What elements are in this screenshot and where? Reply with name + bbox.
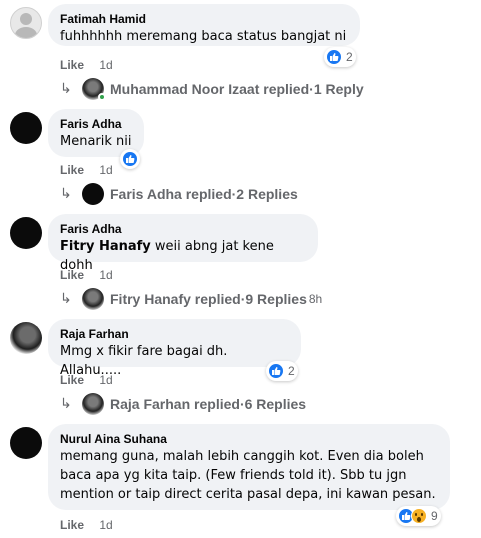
- comment-time[interactable]: 1d: [99, 518, 112, 532]
- comment-bubble: Faris Adha Fitry Hanafy weii abng jat ke…: [48, 214, 318, 273]
- avatar: [82, 393, 104, 415]
- replies-time: 8h: [308, 292, 323, 306]
- reply-arrow-icon: ↳: [60, 81, 72, 97]
- comment-author[interactable]: Fatimah Hamid: [60, 11, 348, 27]
- view-replies-link[interactable]: ↳ Raja Farhan replied · 6 Replies: [60, 392, 306, 416]
- like-reaction-icon: [122, 151, 138, 167]
- comment-text-line: memang guna, malah lebih canggih kot. Ev…: [60, 449, 424, 464]
- like-button[interactable]: Like: [60, 518, 84, 532]
- comment-author[interactable]: Nurul Aina Suhana: [60, 431, 438, 447]
- comment-author[interactable]: Raja Farhan: [60, 326, 289, 342]
- comment-time[interactable]: 1d: [99, 373, 112, 387]
- replies-label: Raja Farhan replied: [110, 396, 240, 412]
- avatar[interactable]: [10, 217, 42, 249]
- reaction-count: 9: [431, 509, 438, 523]
- comment-bubble: Nurul Aina Suhana memang guna, malah leb…: [48, 424, 450, 510]
- like-button[interactable]: Like: [60, 373, 84, 387]
- reaction-summary[interactable]: 2: [266, 361, 298, 381]
- comment-bubble: Raja Farhan Mmg x fikir fare bagai dh. A…: [48, 319, 301, 378]
- avatar: [82, 78, 106, 101]
- like-reaction-icon: [268, 363, 284, 379]
- comment-actions: Like 1d: [60, 58, 113, 72]
- avatar[interactable]: [10, 7, 42, 39]
- replies-count: 1 Reply: [313, 81, 364, 97]
- reaction-summary[interactable]: 9: [396, 506, 441, 526]
- comment-bubble: Fatimah Hamid fuhhhhhh meremang baca sta…: [48, 4, 360, 46]
- replies-label: Fitry Hanafy replied: [110, 291, 241, 307]
- mention-link[interactable]: Fitry Hanafy: [60, 239, 151, 254]
- comment-time[interactable]: 1d: [99, 58, 112, 72]
- replies-count: 2 Replies: [236, 186, 298, 202]
- replies-label: Faris Adha replied: [110, 186, 232, 202]
- comment-text-line: mention or taip direct cerita pasal depa…: [60, 487, 436, 502]
- like-reaction-icon: [326, 49, 342, 65]
- comment-time[interactable]: 1d: [99, 268, 112, 282]
- reaction-count: 2: [288, 364, 295, 378]
- comment-actions: Like 1d: [60, 268, 113, 282]
- like-button[interactable]: Like: [60, 268, 84, 282]
- avatar[interactable]: [10, 427, 42, 459]
- reaction-summary[interactable]: [120, 149, 140, 169]
- replies-count: 9 Replies: [245, 291, 307, 307]
- wow-reaction-icon: [411, 508, 427, 524]
- reaction-summary[interactable]: 2: [324, 47, 356, 67]
- comment-text: Menarik nii: [60, 134, 132, 149]
- comment-actions: Like 1d: [60, 163, 113, 177]
- comment-actions: Like 1d: [60, 518, 113, 532]
- online-status-icon: [98, 93, 106, 101]
- avatar[interactable]: [10, 322, 42, 354]
- view-replies-link[interactable]: ↳ Muhammad Noor Izaat replied · 1 Reply: [60, 77, 364, 101]
- comment-actions: Like 1d: [60, 373, 113, 387]
- replies-count: 6 Replies: [244, 396, 307, 412]
- like-button[interactable]: Like: [60, 58, 84, 72]
- comment-text: fuhhhhhh meremang baca status bangjat ni: [60, 29, 347, 44]
- avatar[interactable]: [10, 112, 42, 144]
- comment-author[interactable]: Faris Adha: [60, 221, 306, 237]
- reply-arrow-icon: ↳: [60, 396, 72, 412]
- replies-label: Muhammad Noor Izaat replied: [110, 81, 310, 97]
- reply-arrow-icon: ↳: [60, 186, 72, 202]
- reply-arrow-icon: ↳: [60, 291, 72, 307]
- reaction-count: 2: [346, 50, 353, 64]
- view-replies-link[interactable]: ↳ Fitry Hanafy replied · 9 Replies 8h: [60, 287, 322, 311]
- avatar: [82, 288, 104, 310]
- like-button[interactable]: Like: [60, 163, 84, 177]
- comment-text-line: baca apa yg kita taip. (Few friends told…: [60, 468, 407, 483]
- comment-time[interactable]: 1d: [99, 163, 112, 177]
- comment-author[interactable]: Faris Adha: [60, 116, 132, 132]
- avatar: [82, 183, 104, 205]
- view-replies-link[interactable]: ↳ Faris Adha replied · 2 Replies: [60, 182, 298, 206]
